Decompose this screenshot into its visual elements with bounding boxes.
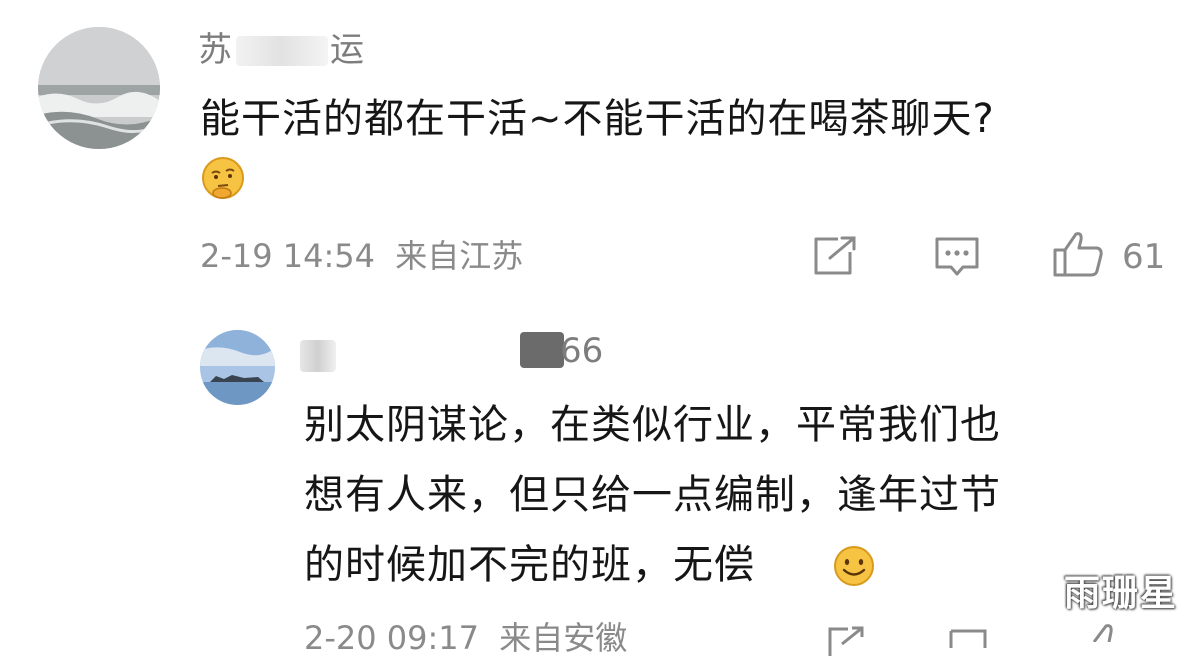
reply-username-redaction [300, 340, 336, 372]
timestamp: 2-19 14:54 [200, 237, 376, 275]
reply-text-line-2: 想有人来，但只给一点编制，逢年过节 [304, 472, 1001, 518]
comment-icon[interactable] [934, 236, 980, 278]
reply-share-icon[interactable] [826, 626, 866, 656]
reply-meta: 2-20 09:17 来自安徽 [304, 622, 627, 654]
reply-location: 来自安徽 [499, 619, 628, 657]
like-icon[interactable] [1052, 230, 1104, 278]
reply-username-redaction-dark [520, 332, 564, 368]
comment-text: 能干活的都在干活~不能干活的在喝茶聊天? [200, 96, 995, 142]
watermark: 雨珊星 [1063, 573, 1178, 614]
reply-text-line-3: 的时候加不完的班，无偿 [304, 542, 755, 588]
comment-meta: 2-19 14:54 来自江苏 [200, 240, 523, 272]
share-icon[interactable] [812, 236, 858, 276]
reply-timestamp: 2-20 09:17 [304, 619, 480, 657]
reply-like-icon[interactable] [1084, 622, 1124, 643]
thinking-emoji-icon [200, 155, 246, 201]
username-prefix: 苏 [198, 30, 232, 70]
location: 来自江苏 [395, 237, 524, 275]
username[interactable]: 苏 [198, 33, 232, 67]
reply-text-line-1: 别太阴谋论，在类似行业，平常我们也 [304, 402, 1001, 448]
smile-emoji-icon [832, 544, 876, 588]
like-count: 61 [1122, 237, 1166, 277]
reply-username-suffix: 66 [560, 331, 604, 371]
username-redaction [236, 36, 328, 66]
reply-comment-icon[interactable] [948, 628, 988, 648]
username-suffix: 运 [330, 30, 364, 70]
reply-avatar[interactable] [200, 330, 275, 405]
avatar[interactable] [38, 27, 160, 149]
